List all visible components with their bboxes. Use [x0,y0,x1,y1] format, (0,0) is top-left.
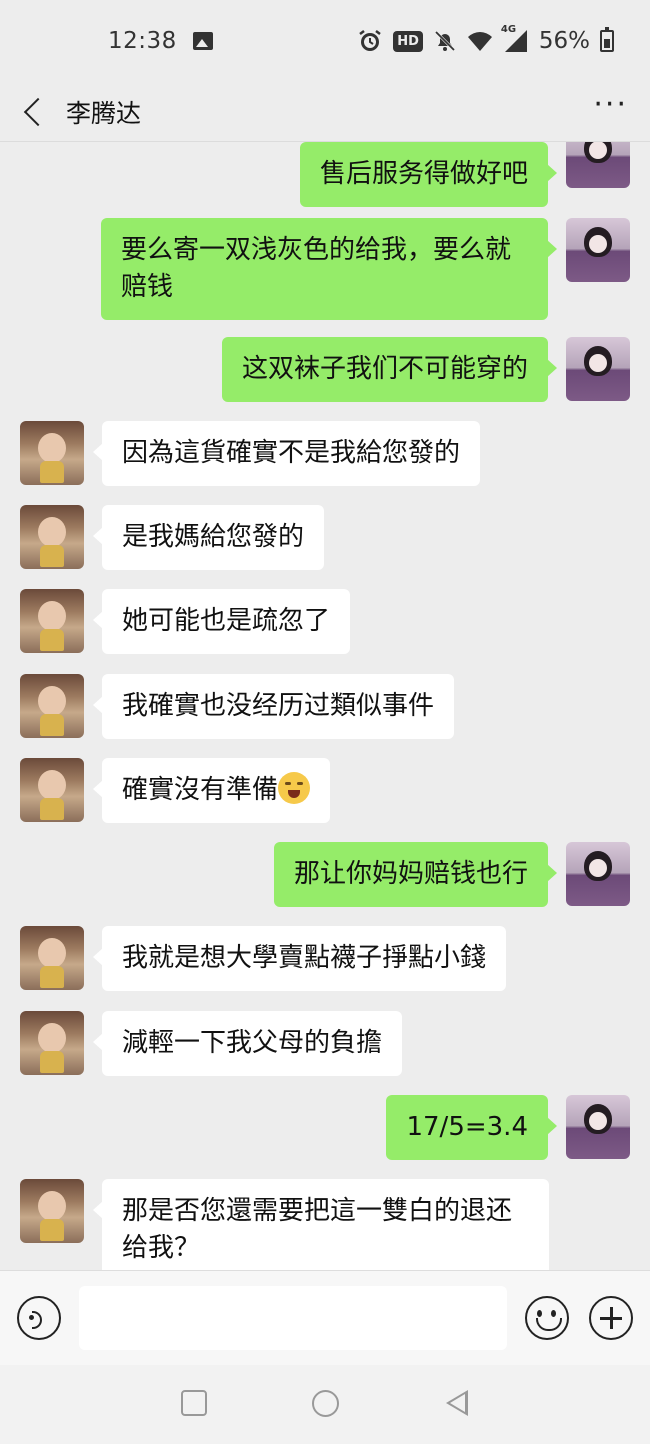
message-bubble[interactable]: 售后服务得做好吧 [299,142,558,207]
system-nav-bar [0,1365,650,1444]
hd-icon: HD [393,30,423,52]
voice-icon[interactable] [17,1296,61,1340]
status-bar: 12:38 HD 4G 56% [0,0,650,82]
contact-avatar[interactable] [20,758,84,822]
message-bubble[interactable]: 这双袜子我们不可能穿的 [221,337,558,402]
image-icon [192,32,213,50]
self-avatar[interactable] [566,218,630,282]
message-text: 售后服务得做好吧 [319,159,528,189]
contact-avatar[interactable] [20,421,84,485]
network-type: 4G [500,24,517,35]
self-avatar[interactable] [566,1095,630,1159]
signal-icon: 4G [501,24,529,53]
message-text: 要么寄一双浅灰色的给我，要么就赔钱 [121,235,512,302]
message-text: 因為這貨確實不是我給您發的 [122,438,461,468]
message-text: 那是否您還需要把這一雙白的退还给我？ [122,1196,513,1263]
wifi-icon [467,30,493,52]
self-avatar[interactable] [566,142,630,188]
message-bubble[interactable]: 我確實也没经历过類似事件 [92,674,455,739]
recent-apps-icon[interactable] [181,1390,207,1416]
self-avatar[interactable] [566,842,630,906]
back-icon[interactable] [446,1390,468,1416]
contact-avatar[interactable] [20,674,84,738]
message-text: 那让你妈妈赔钱也行 [293,859,528,889]
chat-header: 李腾达 ··· [0,82,650,142]
back-arrow-icon[interactable] [22,92,46,132]
message-input[interactable] [79,1286,507,1350]
home-icon[interactable] [312,1390,339,1417]
contact-avatar[interactable] [20,589,84,653]
message-bubble[interactable]: 是我媽給您發的 [92,505,325,570]
message-bubble[interactable]: 要么寄一双浅灰色的给我，要么就赔钱 [101,218,557,320]
message-bubble[interactable]: 那让你妈妈赔钱也行 [273,842,558,907]
status-icons: HD 4G 56% [357,24,614,54]
alarm-icon [357,28,383,54]
chat-title: 李腾达 [66,98,142,128]
message-text: 是我媽給您發的 [122,522,305,552]
status-time: 12:38 [108,28,177,54]
mute-icon [433,29,457,53]
message-bubble[interactable]: 確實沒有準備 [92,758,331,823]
plus-icon[interactable] [589,1296,633,1340]
contact-avatar[interactable] [20,505,84,569]
message-bubble[interactable]: 那是否您還需要把這一雙白的退还给我？ [93,1179,549,1270]
message-text: 我就是想大學賣點襪子掙點小錢 [122,943,487,973]
battery-percent: 56% [538,28,590,54]
message-bubble[interactable]: 她可能也是疏忽了 [92,589,351,654]
message-text: 这双袜子我们不可能穿的 [241,354,528,384]
input-bar [0,1270,650,1365]
message-text: 17/5=3.4 [406,1112,528,1142]
contact-avatar[interactable] [20,1179,84,1243]
message-bubble[interactable]: 我就是想大學賣點襪子掙點小錢 [92,926,507,991]
contact-avatar[interactable] [20,1011,84,1075]
chat-area[interactable]: 售后服务得做好吧 要么寄一双浅灰色的给我，要么就赔钱 这双袜子我们不可能穿的 因… [0,142,650,1270]
message-bubble[interactable]: 因為這貨確實不是我給您發的 [92,421,481,486]
emoji-icon[interactable] [525,1296,569,1340]
message-text: 減輕一下我父母的負擔 [122,1028,383,1058]
message-text: 我確實也没经历过類似事件 [122,691,435,721]
battery-icon [600,27,614,52]
message-bubble[interactable]: 17/5=3.4 [386,1095,557,1160]
contact-avatar[interactable] [20,926,84,990]
message-bubble[interactable]: 減輕一下我父母的負擔 [92,1011,403,1076]
more-icon[interactable]: ··· [593,89,628,134]
message-text: 她可能也是疏忽了 [122,606,331,636]
message-text: 確實沒有準備 [122,775,279,805]
self-avatar[interactable] [566,337,630,401]
crying-laughing-emoji-icon [278,772,311,804]
